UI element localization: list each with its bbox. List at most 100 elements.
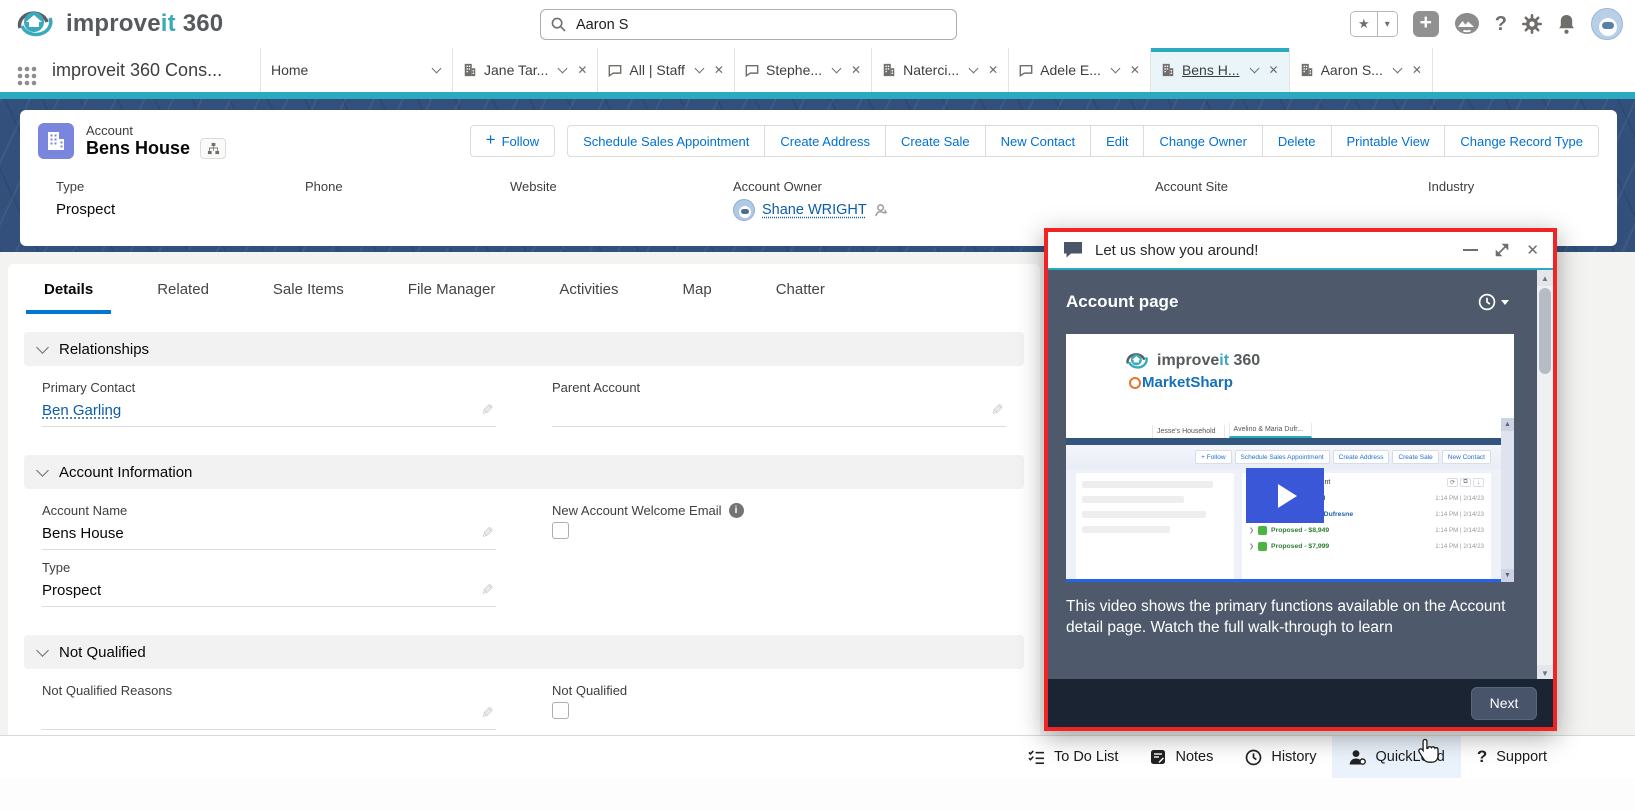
account-hierarchy-button[interactable] <box>200 138 227 159</box>
tab-bens-house-active[interactable]: Bens H... ✕ <box>1149 48 1289 92</box>
edit-pencil-icon[interactable]: ✎ <box>481 704 494 722</box>
owner-avatar <box>733 199 755 221</box>
change-record-type-button[interactable]: Change Record Type <box>1444 125 1599 157</box>
chevron-down-icon[interactable] <box>968 63 979 74</box>
edit-pencil-icon[interactable]: ✎ <box>481 524 494 542</box>
schedule-sales-appointment-button[interactable]: Schedule Sales Appointment <box>567 125 766 157</box>
tab-file-manager[interactable]: File Manager <box>402 281 502 314</box>
info-icon[interactable]: i <box>728 503 744 518</box>
section-relationships[interactable]: Relationships <box>24 332 1024 366</box>
change-owner-button[interactable]: Change Owner <box>1143 125 1263 157</box>
mini-scrollbar[interactable]: ▲ ▼ <box>1501 418 1514 582</box>
welcome-email-checkbox[interactable] <box>552 522 569 539</box>
quick-create-plus-icon[interactable]: + <box>1412 11 1439 37</box>
mini-button: Create Sale <box>1392 450 1439 464</box>
edit-pencil-icon[interactable]: ✎ <box>991 401 1004 419</box>
tab-stephe[interactable]: Stephe... ✕ <box>733 48 872 92</box>
edit-pencil-icon[interactable]: ✎ <box>481 581 494 599</box>
account-owner-link[interactable]: Shane WRIGHT <box>762 202 867 218</box>
edit-button[interactable]: Edit <box>1090 125 1145 157</box>
field-value: Prospect <box>56 201 116 218</box>
primary-contact-link[interactable]: Ben Garling <box>42 402 121 419</box>
edit-pencil-icon[interactable]: ✎ <box>481 401 494 419</box>
tab-details[interactable]: Details <box>25 281 112 314</box>
tab-all-staff[interactable]: All | Staff ✕ <box>597 48 734 92</box>
walkthrough-video-thumbnail[interactable]: improveit 360 MarketSharp Jesse's Househ… <box>1066 334 1514 582</box>
section-account-information[interactable]: Account Information <box>24 455 1024 489</box>
chevron-down-icon[interactable] <box>1249 63 1259 74</box>
notifications-bell-icon[interactable] <box>1557 14 1576 35</box>
create-address-button[interactable]: Create Address <box>764 125 886 157</box>
tab-map[interactable]: Map <box>677 281 718 314</box>
video-brand: improveit 360 MarketSharp <box>1124 350 1260 391</box>
close-icon[interactable]: ✕ <box>1130 63 1140 77</box>
chevron-down-icon[interactable] <box>1110 63 1121 74</box>
tab-aaron[interactable]: Aaron S... ✕ <box>1288 48 1433 92</box>
app-launcher-waffle-icon[interactable] <box>16 59 38 92</box>
entity-label: Account <box>86 123 133 138</box>
user-avatar[interactable] <box>1591 8 1623 40</box>
tab-home[interactable]: Home <box>260 48 452 92</box>
help-icon[interactable]: ? <box>1495 13 1507 36</box>
tab-related[interactable]: Related <box>151 281 215 314</box>
utility-label: To Do List <box>1053 749 1119 765</box>
tab-adele[interactable]: Adele E... ✕ <box>1008 48 1150 92</box>
tab-naterci[interactable]: Naterci... ✕ <box>871 48 1009 92</box>
chevron-down-icon[interactable] <box>831 63 842 74</box>
not-qualified-checkbox[interactable] <box>552 702 569 719</box>
chevron-down-icon[interactable] <box>694 63 705 74</box>
field-value <box>1155 201 1428 219</box>
chevron-down-icon[interactable] <box>1392 63 1403 74</box>
utility-to-do-list[interactable]: To Do List <box>1012 736 1134 778</box>
close-icon[interactable]: ✕ <box>851 63 861 77</box>
chevron-down-icon[interactable] <box>431 63 442 74</box>
close-icon[interactable]: ✕ <box>714 63 724 77</box>
utility-history[interactable]: History <box>1229 736 1332 778</box>
section-not-qualified[interactable]: Not Qualified <box>24 635 1024 669</box>
minimize-icon[interactable] <box>1463 249 1479 251</box>
utility-quicklead[interactable]: QuickLead <box>1332 736 1461 778</box>
scrollbar-thumb[interactable] <box>1539 288 1551 374</box>
field-label: Industry <box>1428 179 1475 194</box>
walkthrough-scrollbar[interactable]: ▲ ▼ <box>1537 270 1553 681</box>
close-icon[interactable]: ✕ <box>1526 241 1539 259</box>
walkthrough-step-heading: Account page <box>1066 292 1179 311</box>
account-building-icon <box>463 63 477 77</box>
tab-label: Naterci... <box>903 62 960 78</box>
follow-button[interactable]: + Follow <box>469 125 556 157</box>
tab-sale-items[interactable]: Sale Items <box>267 281 350 314</box>
tab-jane-tar[interactable]: Jane Tar... ✕ <box>452 48 598 92</box>
tab-activities[interactable]: Activities <box>553 281 624 314</box>
mini-button: Create Address <box>1332 450 1390 464</box>
delete-button[interactable]: Delete <box>1261 125 1332 157</box>
trailhead-icon[interactable] <box>1454 12 1480 36</box>
global-search[interactable] <box>540 9 957 40</box>
scroll-up-icon[interactable]: ▲ <box>1537 270 1553 286</box>
close-icon[interactable]: ✕ <box>1412 63 1422 77</box>
list-flag-icon <box>608 64 622 77</box>
printable-view-button[interactable]: Printable View <box>1330 125 1446 157</box>
close-icon[interactable]: ✕ <box>1269 63 1279 77</box>
change-owner-icon[interactable] <box>874 203 889 218</box>
create-sale-button[interactable]: Create Sale <box>884 125 986 157</box>
close-icon[interactable]: ✕ <box>988 63 998 77</box>
field-value <box>1428 201 1474 219</box>
video-play-button[interactable] <box>1246 468 1324 523</box>
chevron-down-icon[interactable] <box>557 63 568 74</box>
next-button[interactable]: Next <box>1471 686 1537 720</box>
history-dropdown[interactable] <box>1478 293 1509 311</box>
tab-label: Home <box>271 62 309 78</box>
utility-notes[interactable]: Notes <box>1134 736 1229 778</box>
utility-support[interactable]: ? Support <box>1461 736 1563 778</box>
close-icon[interactable]: ✕ <box>577 63 587 77</box>
new-contact-button[interactable]: New Contact <box>984 125 1092 157</box>
scroll-up-icon[interactable]: ▲ <box>1501 418 1514 431</box>
search-input[interactable] <box>574 15 946 34</box>
tab-label: Adele E... <box>1040 62 1101 78</box>
favorites-dropdown-icon[interactable]: ▾ <box>1376 12 1397 36</box>
scroll-down-icon[interactable]: ▼ <box>1501 569 1514 582</box>
setup-gear-icon[interactable] <box>1522 14 1542 34</box>
tab-chatter[interactable]: Chatter <box>770 281 831 314</box>
expand-icon[interactable] <box>1495 243 1509 257</box>
favorites-star-icon[interactable]: ★ <box>1350 12 1377 36</box>
